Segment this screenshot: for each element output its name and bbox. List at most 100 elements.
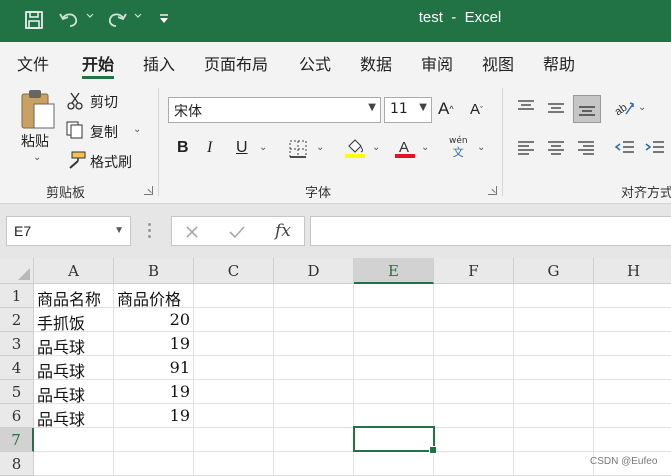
- tab-page-layout[interactable]: 页面布局: [204, 51, 268, 75]
- cell-b5[interactable]: 19: [114, 380, 194, 404]
- cut-icon[interactable]: [66, 92, 84, 110]
- cell-d4[interactable]: [274, 356, 354, 380]
- cell-e2[interactable]: [354, 308, 434, 332]
- cell-a2[interactable]: 手抓饭: [34, 308, 114, 333]
- cell-a3[interactable]: 品乓球: [34, 332, 114, 357]
- formula-input[interactable]: [310, 216, 671, 246]
- align-center-icon[interactable]: [546, 139, 566, 157]
- decrease-font-size-icon[interactable]: Aˇ: [470, 101, 483, 118]
- row-header-8[interactable]: 8: [0, 452, 34, 476]
- cell-f4[interactable]: [434, 356, 514, 380]
- cell-d6[interactable]: [274, 404, 354, 428]
- select-all-button[interactable]: [0, 258, 34, 284]
- cell-f6[interactable]: [434, 404, 514, 428]
- copy-icon[interactable]: [66, 121, 84, 139]
- cell-b4[interactable]: 91: [114, 356, 194, 380]
- row-header-6[interactable]: 6: [0, 404, 34, 428]
- cell-e5[interactable]: [354, 380, 434, 404]
- cell-c6[interactable]: [194, 404, 274, 428]
- cell-c4[interactable]: [194, 356, 274, 380]
- underline-button[interactable]: U: [236, 139, 248, 157]
- align-top-icon[interactable]: [516, 99, 536, 117]
- resize-handle[interactable]: [148, 223, 152, 239]
- cell-a4[interactable]: 品乓球: [34, 356, 114, 381]
- cell-e8[interactable]: [354, 452, 434, 476]
- cell-f5[interactable]: [434, 380, 514, 404]
- row-header-7[interactable]: 7: [0, 428, 34, 452]
- format-painter-button[interactable]: 格式刷: [90, 152, 132, 172]
- cell-c1[interactable]: [194, 284, 274, 308]
- cell-a5[interactable]: 品乓球: [34, 380, 114, 405]
- column-header-f[interactable]: F: [434, 258, 514, 284]
- cell-e1[interactable]: [354, 284, 434, 308]
- active-cell-e7[interactable]: [353, 426, 437, 454]
- cell-f2[interactable]: [434, 308, 514, 332]
- copy-dropdown-icon[interactable]: ⌄: [133, 124, 141, 135]
- align-bottom-icon[interactable]: [573, 95, 601, 123]
- cell-a6[interactable]: 品乓球: [34, 404, 114, 429]
- cell-e4[interactable]: [354, 356, 434, 380]
- tab-review[interactable]: 审阅: [421, 51, 453, 75]
- align-right-icon[interactable]: [576, 139, 596, 157]
- increase-indent-icon[interactable]: [644, 139, 666, 157]
- insert-function-button[interactable]: fx: [275, 221, 291, 241]
- cell-a8[interactable]: [34, 452, 114, 476]
- paste-icon[interactable]: [18, 88, 58, 132]
- font-color-icon[interactable]: A: [394, 137, 416, 159]
- cell-c2[interactable]: [194, 308, 274, 332]
- cell-a7[interactable]: [34, 428, 114, 452]
- row-header-2[interactable]: 2: [0, 308, 34, 332]
- paste-dropdown-icon[interactable]: ⌄: [33, 152, 41, 163]
- paste-button[interactable]: 粘贴: [21, 131, 49, 151]
- cell-e6[interactable]: [354, 404, 434, 428]
- cancel-icon[interactable]: [185, 225, 199, 239]
- phonetic-guide-icon[interactable]: wén 文: [449, 136, 468, 158]
- font-launcher-icon[interactable]: [488, 186, 497, 195]
- column-header-h[interactable]: H: [594, 258, 671, 284]
- column-header-a[interactable]: A: [34, 258, 114, 284]
- cell-d5[interactable]: [274, 380, 354, 404]
- cell-g3[interactable]: [514, 332, 594, 356]
- fill-color-icon[interactable]: [344, 137, 366, 159]
- cut-button[interactable]: 剪切: [90, 92, 118, 112]
- cell-g8[interactable]: [514, 452, 594, 476]
- cell-h1[interactable]: [594, 284, 671, 308]
- column-header-e[interactable]: E: [354, 258, 434, 284]
- phonetic-dropdown-icon[interactable]: ⌄: [477, 142, 485, 153]
- orientation-dropdown-icon[interactable]: ⌄: [638, 102, 646, 113]
- column-header-b[interactable]: B: [114, 258, 194, 284]
- row-header-5[interactable]: 5: [0, 380, 34, 404]
- tab-home[interactable]: 开始: [82, 51, 115, 79]
- cell-g5[interactable]: [514, 380, 594, 404]
- tab-help[interactable]: 帮助: [543, 51, 575, 75]
- cell-d2[interactable]: [274, 308, 354, 332]
- row-header-3[interactable]: 3: [0, 332, 34, 356]
- cell-d3[interactable]: [274, 332, 354, 356]
- tab-insert[interactable]: 插入: [143, 51, 175, 75]
- cell-g4[interactable]: [514, 356, 594, 380]
- cell-b7[interactable]: [114, 428, 194, 452]
- cell-f8[interactable]: [434, 452, 514, 476]
- cell-b8[interactable]: [114, 452, 194, 476]
- enter-icon[interactable]: [229, 225, 245, 239]
- cell-c7[interactable]: [194, 428, 274, 452]
- cell-h7[interactable]: [594, 428, 671, 452]
- cell-h4[interactable]: [594, 356, 671, 380]
- align-left-icon[interactable]: [516, 139, 536, 157]
- cell-d7[interactable]: [274, 428, 354, 452]
- fill-color-dropdown-icon[interactable]: ⌄: [372, 142, 380, 153]
- cell-f1[interactable]: [434, 284, 514, 308]
- cell-f7[interactable]: [434, 428, 514, 452]
- font-size-combo[interactable]: 11 ▼: [384, 97, 432, 123]
- cell-d8[interactable]: [274, 452, 354, 476]
- font-color-dropdown-icon[interactable]: ⌄: [421, 142, 429, 153]
- cell-d1[interactable]: [274, 284, 354, 308]
- cell-c5[interactable]: [194, 380, 274, 404]
- cell-c3[interactable]: [194, 332, 274, 356]
- bold-button[interactable]: B: [177, 139, 189, 157]
- column-header-c[interactable]: C: [194, 258, 274, 284]
- borders-icon[interactable]: [288, 139, 308, 159]
- cell-c8[interactable]: [194, 452, 274, 476]
- format-painter-icon[interactable]: [66, 151, 86, 169]
- row-header-4[interactable]: 4: [0, 356, 34, 380]
